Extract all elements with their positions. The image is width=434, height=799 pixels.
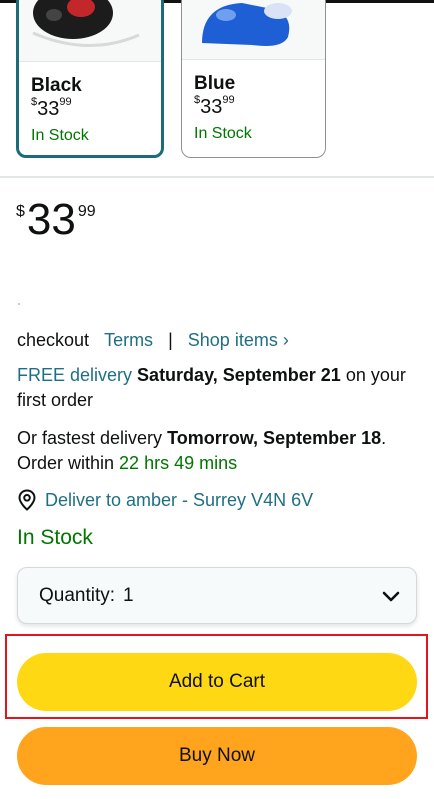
product-price: $ 33 99 (16, 198, 96, 242)
chevron-down-icon (382, 591, 400, 601)
deliver-to-location[interactable]: Deliver to amber - Surrey V4N 6V (17, 488, 313, 512)
fastest-delivery-prefix: Or fastest delivery (17, 428, 163, 448)
fastest-delivery-date: Tomorrow, September 18 (167, 428, 382, 448)
variant-price: $3399 (31, 96, 72, 120)
free-delivery-link[interactable]: FREE delivery (17, 365, 132, 385)
deliver-to-link[interactable]: Deliver to amber - Surrey V4N 6V (45, 488, 313, 512)
quantity-label: Quantity: (39, 584, 116, 606)
checkout-links-row: checkout Terms | Shop items › (17, 328, 289, 352)
price-fraction: 99 (77, 203, 96, 220)
variant-name: Blue (194, 73, 236, 94)
order-within-label: Order within (17, 453, 115, 473)
fastest-delivery-info: Or fastest delivery Tomorrow, September … (17, 428, 387, 473)
quantity-select[interactable]: Quantity: 1 (17, 567, 417, 624)
delivery-countdown: 22 hrs 49 mins (119, 453, 238, 473)
free-delivery-date: Saturday, September 21 (137, 365, 341, 385)
buy-now-button[interactable]: Buy Now (17, 727, 417, 785)
shop-items-link[interactable]: Shop items › (188, 330, 289, 350)
price-symbol: $ (16, 203, 25, 220)
variant-stock: In Stock (194, 125, 252, 142)
decorative-dot (18, 303, 20, 305)
variant-image-blue (182, 0, 325, 60)
variant-name: Black (31, 75, 82, 96)
section-divider (0, 176, 434, 178)
free-delivery-info: FREE delivery Saturday, September 21 on … (17, 363, 417, 413)
variant-stock: In Stock (31, 127, 89, 144)
link-separator: | (168, 330, 173, 350)
variant-card-blue[interactable]: Blue $3399 In Stock (181, 0, 326, 158)
checkout-text: checkout (17, 330, 90, 350)
variant-card-black[interactable]: Black $3399 In Stock (16, 0, 164, 158)
quantity-value: 1 (123, 584, 134, 606)
variant-price: $3399 (194, 94, 235, 118)
price-whole: 33 (26, 195, 76, 244)
variant-image-black (19, 0, 161, 62)
add-to-cart-button[interactable]: Add to Cart (17, 653, 417, 711)
stock-status: In Stock (17, 526, 93, 549)
terms-link[interactable]: Terms (104, 330, 153, 350)
location-pin-icon (18, 489, 36, 511)
